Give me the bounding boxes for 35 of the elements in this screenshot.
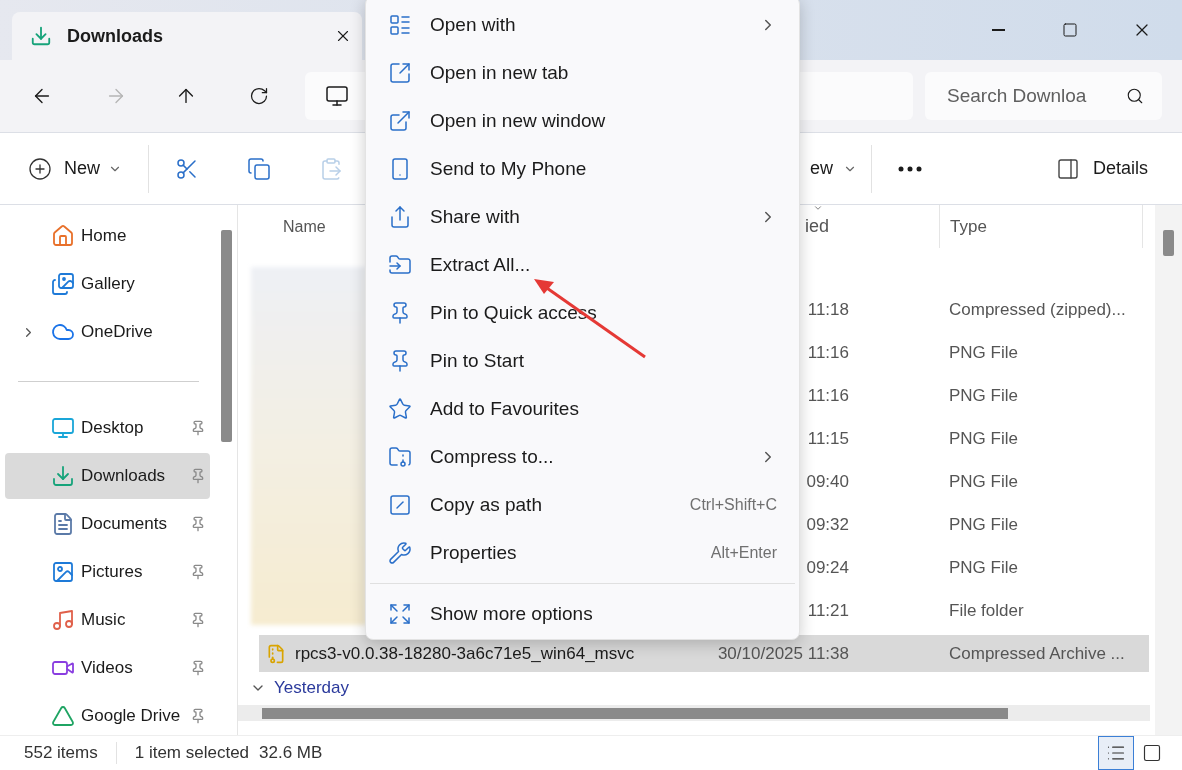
file-name: rpcs3-v0.0.38-18280-3a6c71e5_win64_msvc bbox=[295, 642, 635, 665]
sidebar-label: Downloads bbox=[81, 465, 167, 488]
sidebar-label: Pictures bbox=[81, 561, 144, 584]
date-cell-text: 11:18 bbox=[807, 298, 849, 321]
selection-text: 1 item selected bbox=[134, 742, 250, 765]
type-cell: PNG File bbox=[949, 471, 1018, 491]
type-cell: PNG File bbox=[949, 342, 1018, 362]
sidebar-label: Gallery bbox=[81, 273, 136, 296]
date-cell-text: 11:16 bbox=[807, 341, 849, 364]
sidebar-label: OneDrive bbox=[81, 321, 154, 344]
shortcut-text: Ctrl+Shift+C bbox=[689, 495, 777, 515]
type-cell: PNG File bbox=[949, 428, 1018, 448]
date-cell-text: 11:15 bbox=[807, 427, 849, 450]
date-cell-text: 11:21 bbox=[807, 599, 849, 622]
date-cell-text: 09:40 bbox=[806, 470, 849, 493]
type-cell: File folder bbox=[949, 600, 1024, 620]
sidebar-label: Home bbox=[81, 225, 128, 248]
date-cell-text: 09:24 bbox=[806, 556, 849, 579]
date-cell-text: 11:16 bbox=[807, 384, 849, 407]
shortcut-text: Alt+Enter bbox=[710, 543, 777, 563]
date-cell-text: 30/10/2025 11:38 bbox=[717, 642, 849, 665]
type-cell: Compressed Archive ... bbox=[949, 643, 1125, 663]
item-count: 552 items bbox=[24, 742, 98, 765]
type-cell: Compressed (zipped)... bbox=[949, 299, 1126, 319]
type-cell: PNG File bbox=[949, 514, 1018, 534]
sidebar-label: Documents bbox=[81, 513, 168, 536]
type-cell: PNG File bbox=[949, 385, 1018, 405]
sidebar-label: Music bbox=[81, 609, 127, 632]
type-cell: PNG File bbox=[949, 557, 1018, 577]
size-text: 32.6 MB bbox=[259, 742, 323, 765]
sidebar-label: Desktop bbox=[81, 417, 145, 440]
tab-title: Downloads bbox=[67, 24, 164, 48]
sidebar-label: Videos bbox=[81, 657, 134, 680]
sidebar-label: Google Drive bbox=[81, 705, 182, 728]
date-cell-text: 09:32 bbox=[806, 513, 849, 536]
